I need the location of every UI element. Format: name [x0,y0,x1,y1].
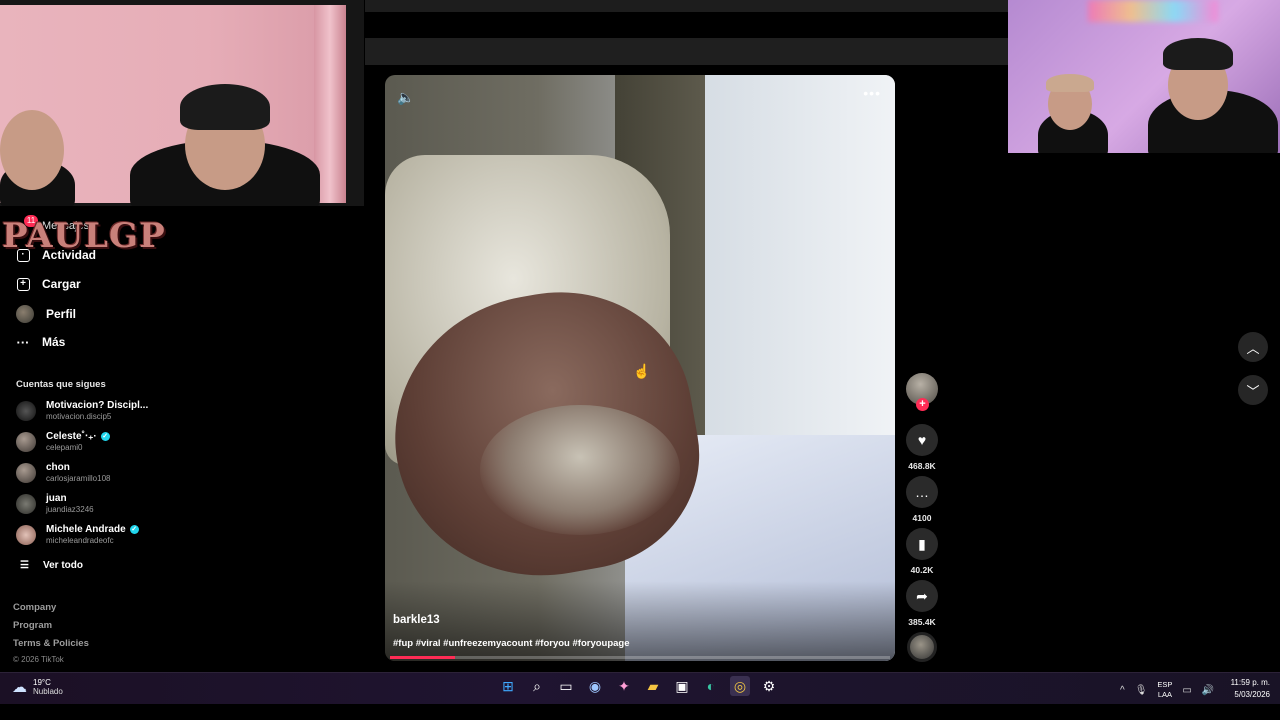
footer-company-link[interactable]: Company [13,602,56,613]
account-item[interactable]: Celeste˚‧₊· ✓ celepami0 [16,431,110,452]
clock-date: 5/03/2026 [1234,690,1270,699]
chevron-down-icon: ﹀ [1246,383,1260,399]
nav-activity-label: Actividad [42,248,97,262]
cloud-icon: ☁ [12,679,27,696]
copyright: © 2026 TikTok [13,655,64,664]
edge-icon[interactable]: ◐ [701,676,721,696]
nav-more[interactable]: ··· Más [16,334,66,350]
account-name: juan [46,493,67,504]
video-username[interactable]: barkle13 [393,614,440,626]
mouse-pointer-icon: ☝ [633,363,651,379]
account-name: Celeste˚‧₊· [46,431,97,442]
microphone-icon[interactable]: 🎙 [1135,685,1148,696]
following-title: Cuentas que sigues [16,379,106,390]
nav-upload[interactable]: + Cargar [16,277,81,291]
activity-icon: · [16,248,30,262]
verified-icon: ✓ [129,525,139,534]
account-avatar [16,400,36,421]
previous-video-button[interactable]: ︿ [1238,332,1268,362]
comment-action[interactable]: … 4100 [906,476,938,523]
windows-start-icon[interactable]: ⊞ [498,676,518,696]
network-icon[interactable]: ▭ [1182,685,1191,696]
account-item[interactable]: chon carlosjaramillo108 [16,462,110,483]
app-icon[interactable]: ⚙ [759,676,779,696]
next-video-button[interactable]: ﹀ [1238,375,1268,405]
verified-icon: ✓ [100,432,110,441]
weather-temp: 19°C [33,678,51,687]
language-indicator[interactable]: ESP LAA [1157,680,1172,700]
language-top: ESP [1157,680,1173,689]
see-all-label: Ver todo [42,560,83,571]
taskbar-apps: ⊞ ⌕ ▭ ◉ ✦ ▰ ▣ ◐ ◎ ⚙ [498,676,779,696]
share-icon[interactable]: ➦ [906,580,938,612]
upload-icon: + [16,277,30,291]
share-action[interactable]: ➦ 385.4K [906,580,938,627]
weather-widget[interactable]: ☁ 19°C Nublado [12,678,63,696]
account-avatar [16,462,36,483]
store-icon[interactable]: ▣ [672,676,692,696]
language-bottom: LAA [1157,690,1172,699]
like-count: 468.8K [908,461,936,471]
account-item[interactable]: juan juandiaz3246 [16,493,94,514]
account-item[interactable]: Motivacion? Discipl... motivacion.discip… [16,400,148,421]
comment-count: 4100 [912,513,932,523]
share-count: 385.4K [908,617,936,627]
follow-button[interactable]: + [916,398,929,411]
account-item[interactable]: Michele Andrade ✓ micheleandradeofc [16,524,139,545]
list-icon: ☰ [20,560,29,571]
account-name: Michele Andrade [46,524,126,535]
bookmark-icon[interactable]: ▮ [906,528,938,560]
file-explorer-icon[interactable]: ▰ [643,676,663,696]
heart-icon[interactable]: ♥ [906,424,938,456]
sound-icon[interactable]: 🔈 [397,89,414,106]
clock-time: 11:59 p. m. [1230,678,1270,687]
nav-profile[interactable]: Perfil [16,305,76,323]
task-view-icon[interactable]: ▭ [556,676,576,696]
volume-icon[interactable]: 🔊 [1202,685,1214,696]
header-bar [365,38,1008,65]
account-handle: motivacion.discip5 [46,412,112,421]
see-all-link[interactable]: ☰ Ver todo [20,560,83,571]
nav-more-label: Más [42,335,66,349]
save-count: 40.2K [910,565,934,575]
more-options-icon[interactable]: ••• [863,85,881,101]
chrome-icon[interactable]: ◎ [730,676,750,696]
video-progress-bar[interactable] [390,656,890,659]
video-progress-fill [390,656,455,659]
nav-activity[interactable]: · Actividad [16,248,96,262]
account-name: Motivacion? Discipl... [46,400,149,411]
save-action[interactable]: ▮ 40.2K [906,528,938,575]
account-avatar [16,493,36,514]
chevron-up-icon[interactable]: ^ [1120,685,1125,696]
account-handle: carlosjaramillo108 [46,474,111,483]
account-handle: juandiaz3246 [46,505,94,514]
like-action[interactable]: ♥ 468.8K [906,424,938,471]
chevron-up-icon: ︿ [1246,340,1260,356]
more-icon: ··· [16,334,30,350]
search-icon[interactable]: ⌕ [527,676,547,696]
webcam-right [1008,0,1280,153]
account-avatar [16,431,36,452]
system-tray: ^ 🎙 ESP LAA ▭ 🔊 [1120,680,1214,700]
account-handle: celepami0 [46,443,83,452]
footer-terms-link[interactable]: Terms & Policies [13,638,89,649]
nav-profile-label: Perfil [46,307,77,321]
account-name: chon [46,462,70,473]
comment-icon[interactable]: … [906,476,938,508]
account-handle: micheleandradeofc [46,536,114,545]
music-disc[interactable] [907,632,937,662]
video-hashtags[interactable]: #fup #viral #unfreezemyacount #foryou #f… [393,638,630,649]
top-bar [365,0,1008,12]
account-avatar [16,524,36,545]
webcam-left [0,0,364,206]
taskbar-clock[interactable]: 11:59 p. m. 5/03/2026 [1228,677,1270,701]
nav-upload-label: Cargar [42,277,81,291]
copilot-icon[interactable]: ✦ [614,676,634,696]
steam-icon[interactable]: ◉ [585,676,605,696]
weather-desc: Nublado [33,687,63,696]
footer-program-link[interactable]: Program [13,620,52,631]
profile-avatar [16,305,34,323]
